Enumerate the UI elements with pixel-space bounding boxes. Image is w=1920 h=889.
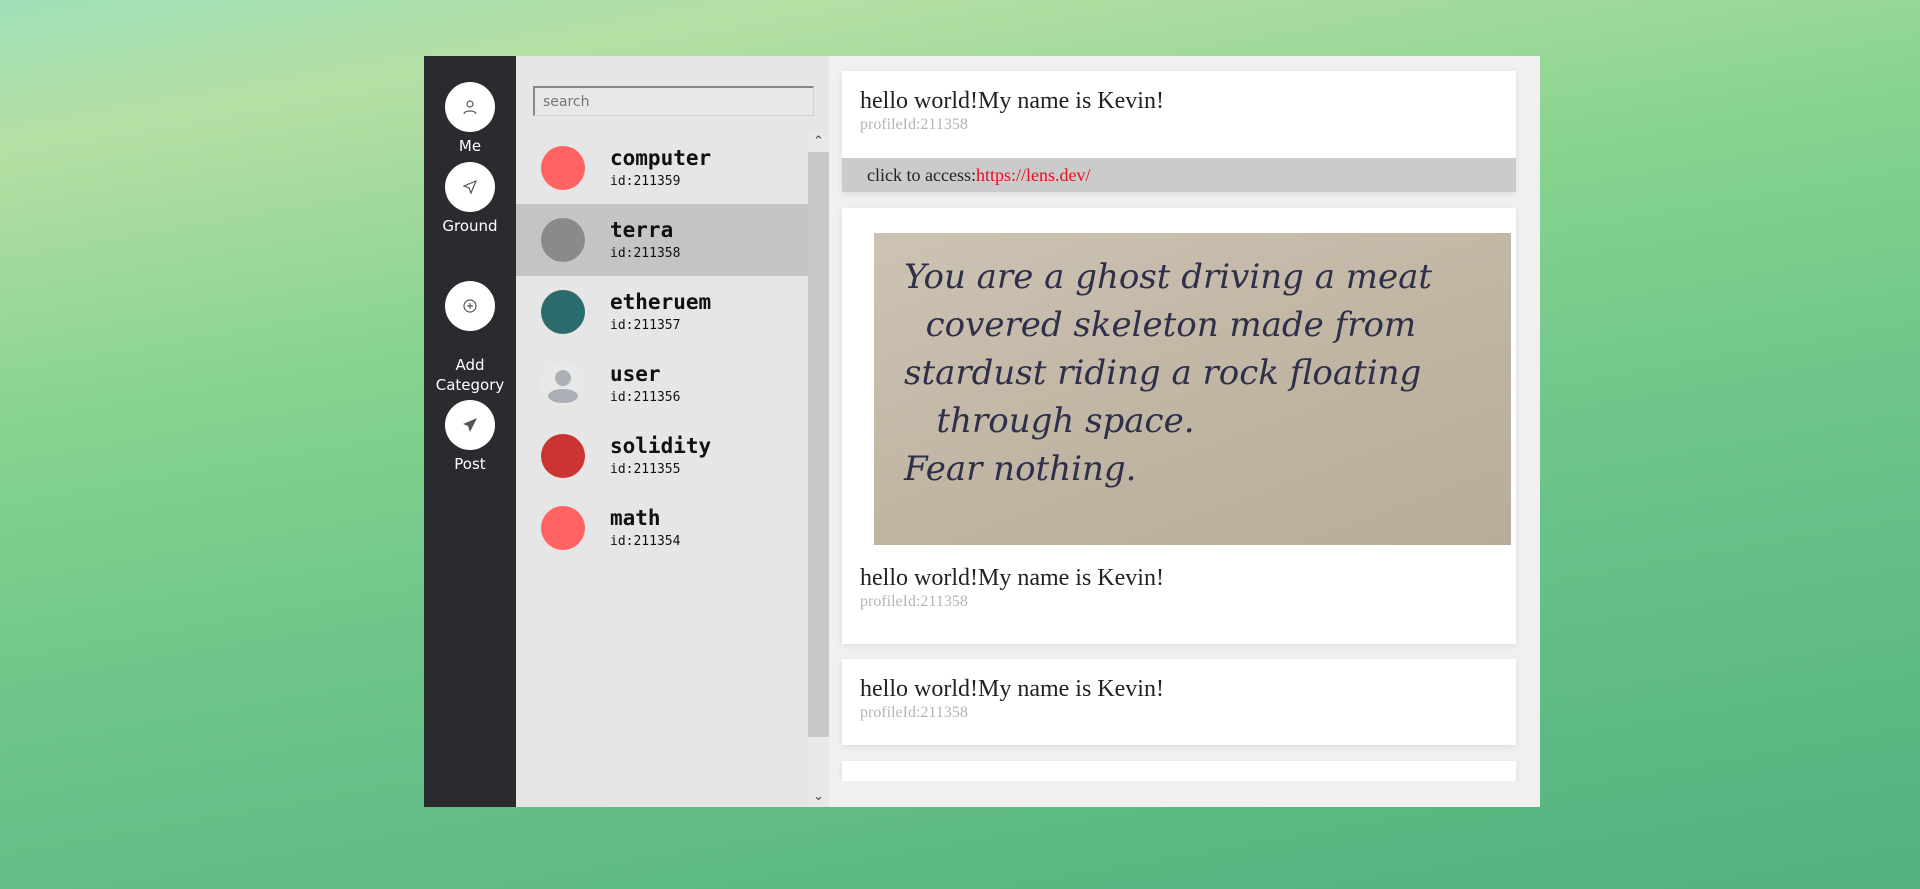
search-input[interactable]	[533, 86, 814, 116]
nav-add-category[interactable]: Add Category	[424, 261, 516, 395]
default-avatar-icon	[541, 362, 585, 406]
avatar	[541, 146, 585, 190]
nav-label: Post	[454, 455, 486, 473]
category-list: computer id:211359 terra id:211358 etherue…	[516, 132, 808, 564]
post-image: You are a ghost driving a meat covered s…	[874, 233, 1511, 545]
item-name: terra	[610, 218, 674, 242]
item-id: id:211358	[610, 246, 681, 261]
avatar	[541, 434, 585, 478]
post-feed: hello world!My name is Kevin! profileId:…	[829, 56, 1540, 807]
user-icon	[445, 82, 495, 132]
item-id: id:211356	[610, 390, 681, 405]
nav-label: Add Category	[435, 356, 505, 394]
avatar	[541, 506, 585, 550]
item-id: id:211357	[610, 318, 681, 333]
feed-footer	[829, 781, 1540, 807]
nav-post[interactable]: Post	[424, 400, 516, 474]
link-prefix: click to access:	[867, 165, 976, 185]
item-name: computer	[610, 146, 712, 170]
item-id: id:211354	[610, 534, 681, 549]
category-list-panel: computer id:211359 terra id:211358 etherue…	[516, 56, 829, 807]
post-link[interactable]: https://lens.dev/	[976, 165, 1091, 185]
post-title: hello world!My name is Kevin!	[860, 565, 1164, 591]
item-name: user	[610, 362, 661, 386]
navigation-icon	[445, 162, 495, 212]
post-card[interactable]: hello world!My name is Kevin! profileId:…	[842, 71, 1516, 192]
scrollbar-thumb[interactable]	[808, 152, 829, 737]
post-link-bar: click to access:https://lens.dev/	[842, 158, 1516, 192]
post-card[interactable]: hello world!My name is Kevin! profileId:…	[842, 659, 1516, 745]
post-card[interactable]: You are a ghost driving a meat covered s…	[842, 208, 1516, 644]
item-name: etheruem	[610, 290, 712, 314]
chevron-up-icon[interactable]: ⌃	[808, 132, 829, 152]
list-scrollbar[interactable]: ⌃ ⌄	[808, 132, 829, 807]
nav-ground[interactable]: Ground	[424, 162, 516, 236]
post-title: hello world!My name is Kevin!	[860, 676, 1164, 702]
list-item[interactable]: computer id:211359	[516, 132, 808, 204]
post-profile-id: profileId:211358	[860, 593, 968, 610]
avatar	[541, 218, 585, 262]
nav-me[interactable]: Me	[424, 82, 516, 156]
list-item[interactable]: solidity id:211355	[516, 420, 808, 492]
post-profile-id: profileId:211358	[860, 704, 968, 721]
avatar	[541, 290, 585, 334]
nav-label: Me	[458, 137, 482, 155]
item-name: solidity	[610, 434, 712, 458]
list-item[interactable]: math id:211354	[516, 492, 808, 564]
item-name: math	[610, 506, 661, 530]
sidebar: Me Ground Add Category Post	[424, 56, 516, 807]
item-id: id:211359	[610, 174, 681, 189]
item-id: id:211355	[610, 462, 681, 477]
send-icon	[445, 400, 495, 450]
list-item[interactable]: terra id:211358	[516, 204, 808, 276]
plus-circle-icon	[445, 281, 495, 331]
chevron-down-icon[interactable]: ⌄	[808, 787, 829, 807]
list-item[interactable]: user id:211356	[516, 348, 808, 420]
post-title: hello world!My name is Kevin!	[860, 88, 1164, 114]
nav-label: Ground	[442, 217, 498, 235]
list-item[interactable]: etheruem id:211357	[516, 276, 808, 348]
post-profile-id: profileId:211358	[860, 116, 968, 133]
app-window: Me Ground Add Category Post computer id:2…	[424, 56, 1540, 807]
